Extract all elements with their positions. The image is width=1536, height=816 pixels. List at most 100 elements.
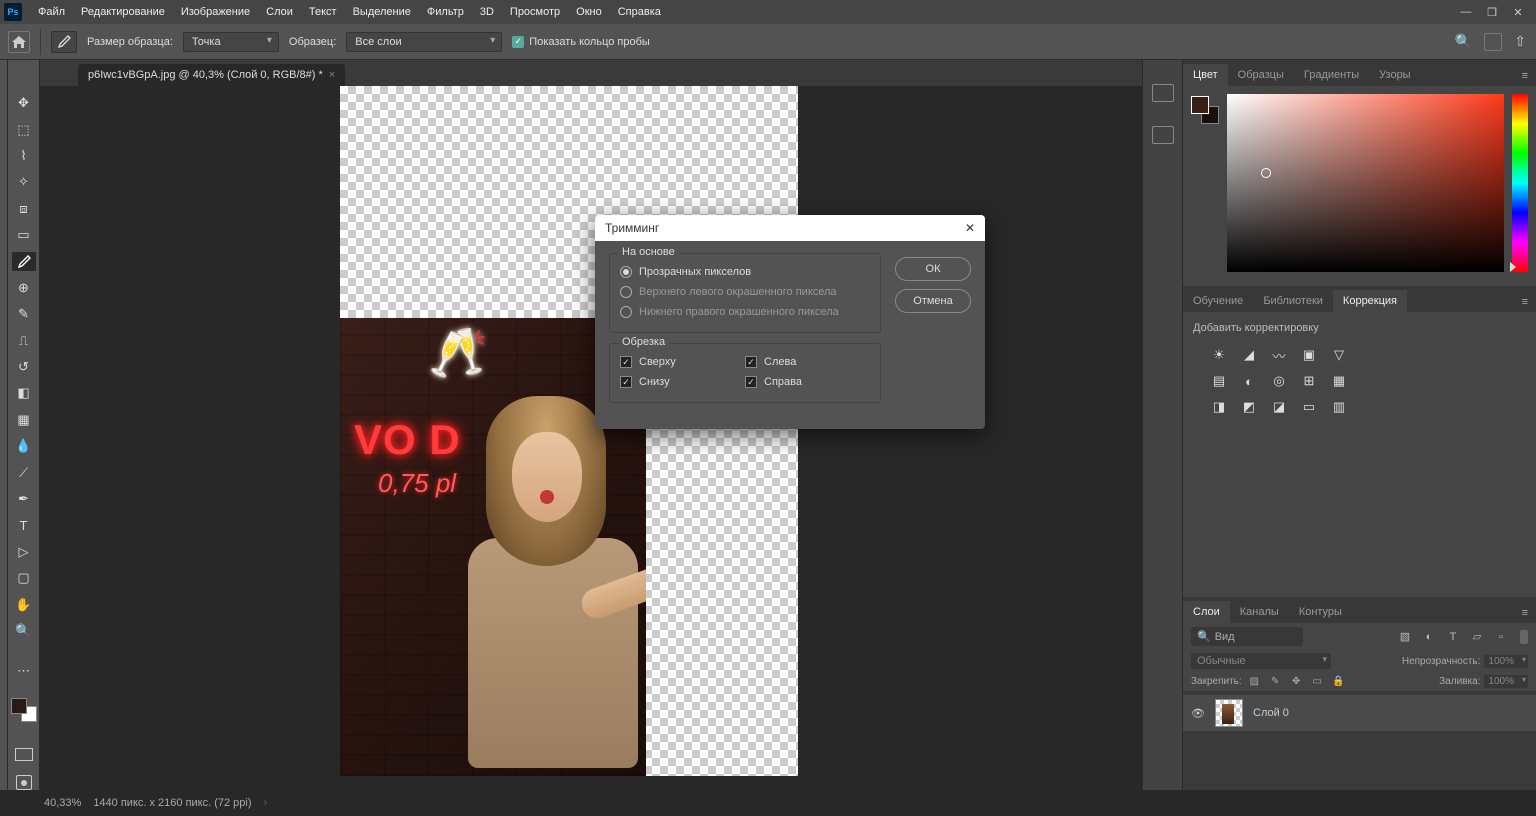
eraser-tool-icon[interactable]: ◧ bbox=[12, 384, 36, 402]
zoom-tool-icon[interactable]: 🔍 bbox=[12, 622, 36, 640]
menu-window[interactable]: Окно bbox=[568, 2, 610, 22]
heal-tool-icon[interactable]: ⊕ bbox=[12, 279, 36, 297]
color-picker-field[interactable] bbox=[1227, 94, 1504, 272]
menu-edit[interactable]: Редактирование bbox=[73, 2, 173, 22]
threshold-icon[interactable]: ◪ bbox=[1271, 399, 1287, 415]
brush-tool-icon[interactable]: ✎ bbox=[12, 305, 36, 323]
status-chevron-icon[interactable]: › bbox=[264, 797, 268, 809]
blend-mode-dropdown[interactable]: Обычные bbox=[1191, 653, 1331, 669]
canvas-area[interactable]: p6Iwc1vBGpA.jpg @ 40,3% (Слой 0, RGB/8#)… bbox=[40, 60, 1142, 790]
checkbox-top[interactable] bbox=[620, 356, 632, 368]
lock-position-icon[interactable]: ✥ bbox=[1290, 675, 1303, 688]
workspace-icon[interactable] bbox=[1484, 33, 1502, 51]
layer-item[interactable]: 👁 Слой 0 bbox=[1183, 695, 1536, 731]
dialog-close-icon[interactable]: ✕ bbox=[965, 221, 975, 235]
lock-transparency-icon[interactable]: ▨ bbox=[1248, 675, 1261, 688]
crop-tool-icon[interactable]: ⧈ bbox=[12, 200, 36, 218]
path-select-tool-icon[interactable]: ▷ bbox=[12, 543, 36, 561]
exposure-icon[interactable]: ▣ bbox=[1301, 347, 1317, 363]
history-panel-icon[interactable] bbox=[1152, 84, 1174, 102]
show-sampling-ring-checkbox[interactable]: ✓ bbox=[512, 36, 524, 48]
sample-dropdown[interactable]: Все слои bbox=[346, 32, 502, 52]
tab-paths[interactable]: Контуры bbox=[1289, 601, 1352, 623]
window-maximize-icon[interactable]: ❐ bbox=[1480, 3, 1504, 21]
type-tool-icon[interactable]: T bbox=[12, 516, 36, 534]
dialog-cancel-button[interactable]: Отмена bbox=[895, 289, 971, 313]
search-icon[interactable]: 🔍 bbox=[1455, 33, 1472, 51]
tab-channels[interactable]: Каналы bbox=[1230, 601, 1289, 623]
vibrance-icon[interactable]: ▽ bbox=[1331, 347, 1347, 363]
hand-tool-icon[interactable]: ✋ bbox=[12, 595, 36, 613]
checkbox-bottom[interactable] bbox=[620, 376, 632, 388]
radio-bottom-right-pixel[interactable] bbox=[620, 306, 632, 318]
posterize-icon[interactable]: ◩ bbox=[1241, 399, 1257, 415]
fill-value[interactable]: 100% bbox=[1484, 675, 1528, 688]
home-icon[interactable] bbox=[8, 31, 30, 53]
menu-type[interactable]: Текст bbox=[301, 2, 345, 22]
channel-mixer-icon[interactable]: ⊞ bbox=[1301, 373, 1317, 389]
tab-close-icon[interactable]: × bbox=[329, 69, 335, 81]
layer-filter-kind[interactable]: 🔍 Вид bbox=[1191, 627, 1303, 646]
color-lookup-icon[interactable]: ▦ bbox=[1331, 373, 1347, 389]
invert-icon[interactable]: ◨ bbox=[1211, 399, 1227, 415]
screen-mode-icon[interactable] bbox=[15, 748, 33, 761]
panel-menu-icon[interactable]: ≡ bbox=[1514, 292, 1536, 312]
edit-toolbar-icon[interactable]: ⋯ bbox=[12, 662, 36, 680]
levels-icon[interactable]: ◢ bbox=[1241, 347, 1257, 363]
lasso-tool-icon[interactable]: ⌇ bbox=[12, 147, 36, 165]
panel-menu-icon[interactable]: ≡ bbox=[1514, 603, 1536, 623]
menu-select[interactable]: Выделение bbox=[345, 2, 419, 22]
checkbox-left[interactable] bbox=[745, 356, 757, 368]
tab-patterns[interactable]: Узоры bbox=[1369, 64, 1420, 86]
properties-panel-icon[interactable] bbox=[1152, 126, 1174, 144]
foreground-color-swatch[interactable] bbox=[11, 698, 27, 714]
menu-image[interactable]: Изображение bbox=[173, 2, 258, 22]
filter-shape-icon[interactable]: ▱ bbox=[1470, 630, 1484, 644]
lock-artboard-icon[interactable]: ▭ bbox=[1311, 675, 1324, 688]
document-tab[interactable]: p6Iwc1vBGpA.jpg @ 40,3% (Слой 0, RGB/8#)… bbox=[78, 64, 345, 86]
window-minimize-icon[interactable]: — bbox=[1454, 3, 1478, 21]
checkbox-right[interactable] bbox=[745, 376, 757, 388]
menu-3d[interactable]: 3D bbox=[472, 2, 502, 22]
stamp-tool-icon[interactable]: ⎍ bbox=[12, 332, 36, 350]
filter-pixel-icon[interactable]: ▧ bbox=[1398, 630, 1412, 644]
history-brush-tool-icon[interactable]: ↺ bbox=[12, 358, 36, 376]
panel-menu-icon[interactable]: ≡ bbox=[1514, 66, 1536, 86]
tab-swatches[interactable]: Образцы bbox=[1228, 64, 1294, 86]
frame-tool-icon[interactable]: ▭ bbox=[12, 226, 36, 244]
brightness-icon[interactable]: ☀ bbox=[1211, 347, 1227, 363]
gradient-tool-icon[interactable]: ▦ bbox=[12, 411, 36, 429]
share-icon[interactable]: ⇧ bbox=[1514, 33, 1526, 51]
menu-filter[interactable]: Фильтр bbox=[419, 2, 472, 22]
sample-size-dropdown[interactable]: Точка bbox=[183, 32, 279, 52]
hue-icon[interactable]: ▤ bbox=[1211, 373, 1227, 389]
tab-layers[interactable]: Слои bbox=[1183, 601, 1230, 623]
menu-help[interactable]: Справка bbox=[610, 2, 669, 22]
eyedropper-tool-icon[interactable] bbox=[12, 252, 36, 270]
menu-file[interactable]: Файл bbox=[30, 2, 73, 22]
radio-transparent-pixels[interactable] bbox=[620, 266, 632, 278]
color-swatches[interactable] bbox=[11, 698, 37, 722]
tab-libraries[interactable]: Библиотеки bbox=[1253, 290, 1333, 312]
photo-filter-icon[interactable]: ◎ bbox=[1271, 373, 1287, 389]
hue-slider[interactable] bbox=[1512, 94, 1528, 272]
tab-color[interactable]: Цвет bbox=[1183, 64, 1228, 86]
filter-adjust-icon[interactable]: ◐ bbox=[1422, 630, 1436, 644]
layer-name[interactable]: Слой 0 bbox=[1253, 707, 1289, 719]
move-tool-icon[interactable]: ✥ bbox=[12, 94, 36, 112]
layer-visibility-icon[interactable]: 👁 bbox=[1191, 707, 1205, 720]
bw-icon[interactable]: ◐ bbox=[1241, 373, 1257, 389]
filter-type-icon[interactable]: T bbox=[1446, 630, 1460, 644]
layer-thumbnail[interactable] bbox=[1215, 699, 1243, 727]
wand-tool-icon[interactable]: ✧ bbox=[12, 173, 36, 191]
filter-smart-icon[interactable]: ▫ bbox=[1494, 630, 1508, 644]
curves-icon[interactable]: 〰 bbox=[1271, 347, 1287, 363]
dialog-ok-button[interactable]: ОК bbox=[895, 257, 971, 281]
tool-preset-icon[interactable] bbox=[51, 31, 77, 53]
filter-toggle[interactable] bbox=[1520, 630, 1528, 644]
shape-tool-icon[interactable]: ▢ bbox=[12, 569, 36, 587]
menu-layers[interactable]: Слои bbox=[258, 2, 301, 22]
panel-color-swatches[interactable] bbox=[1191, 96, 1219, 124]
marquee-tool-icon[interactable]: ⬚ bbox=[12, 120, 36, 138]
tab-adjustments[interactable]: Коррекция bbox=[1333, 290, 1407, 312]
